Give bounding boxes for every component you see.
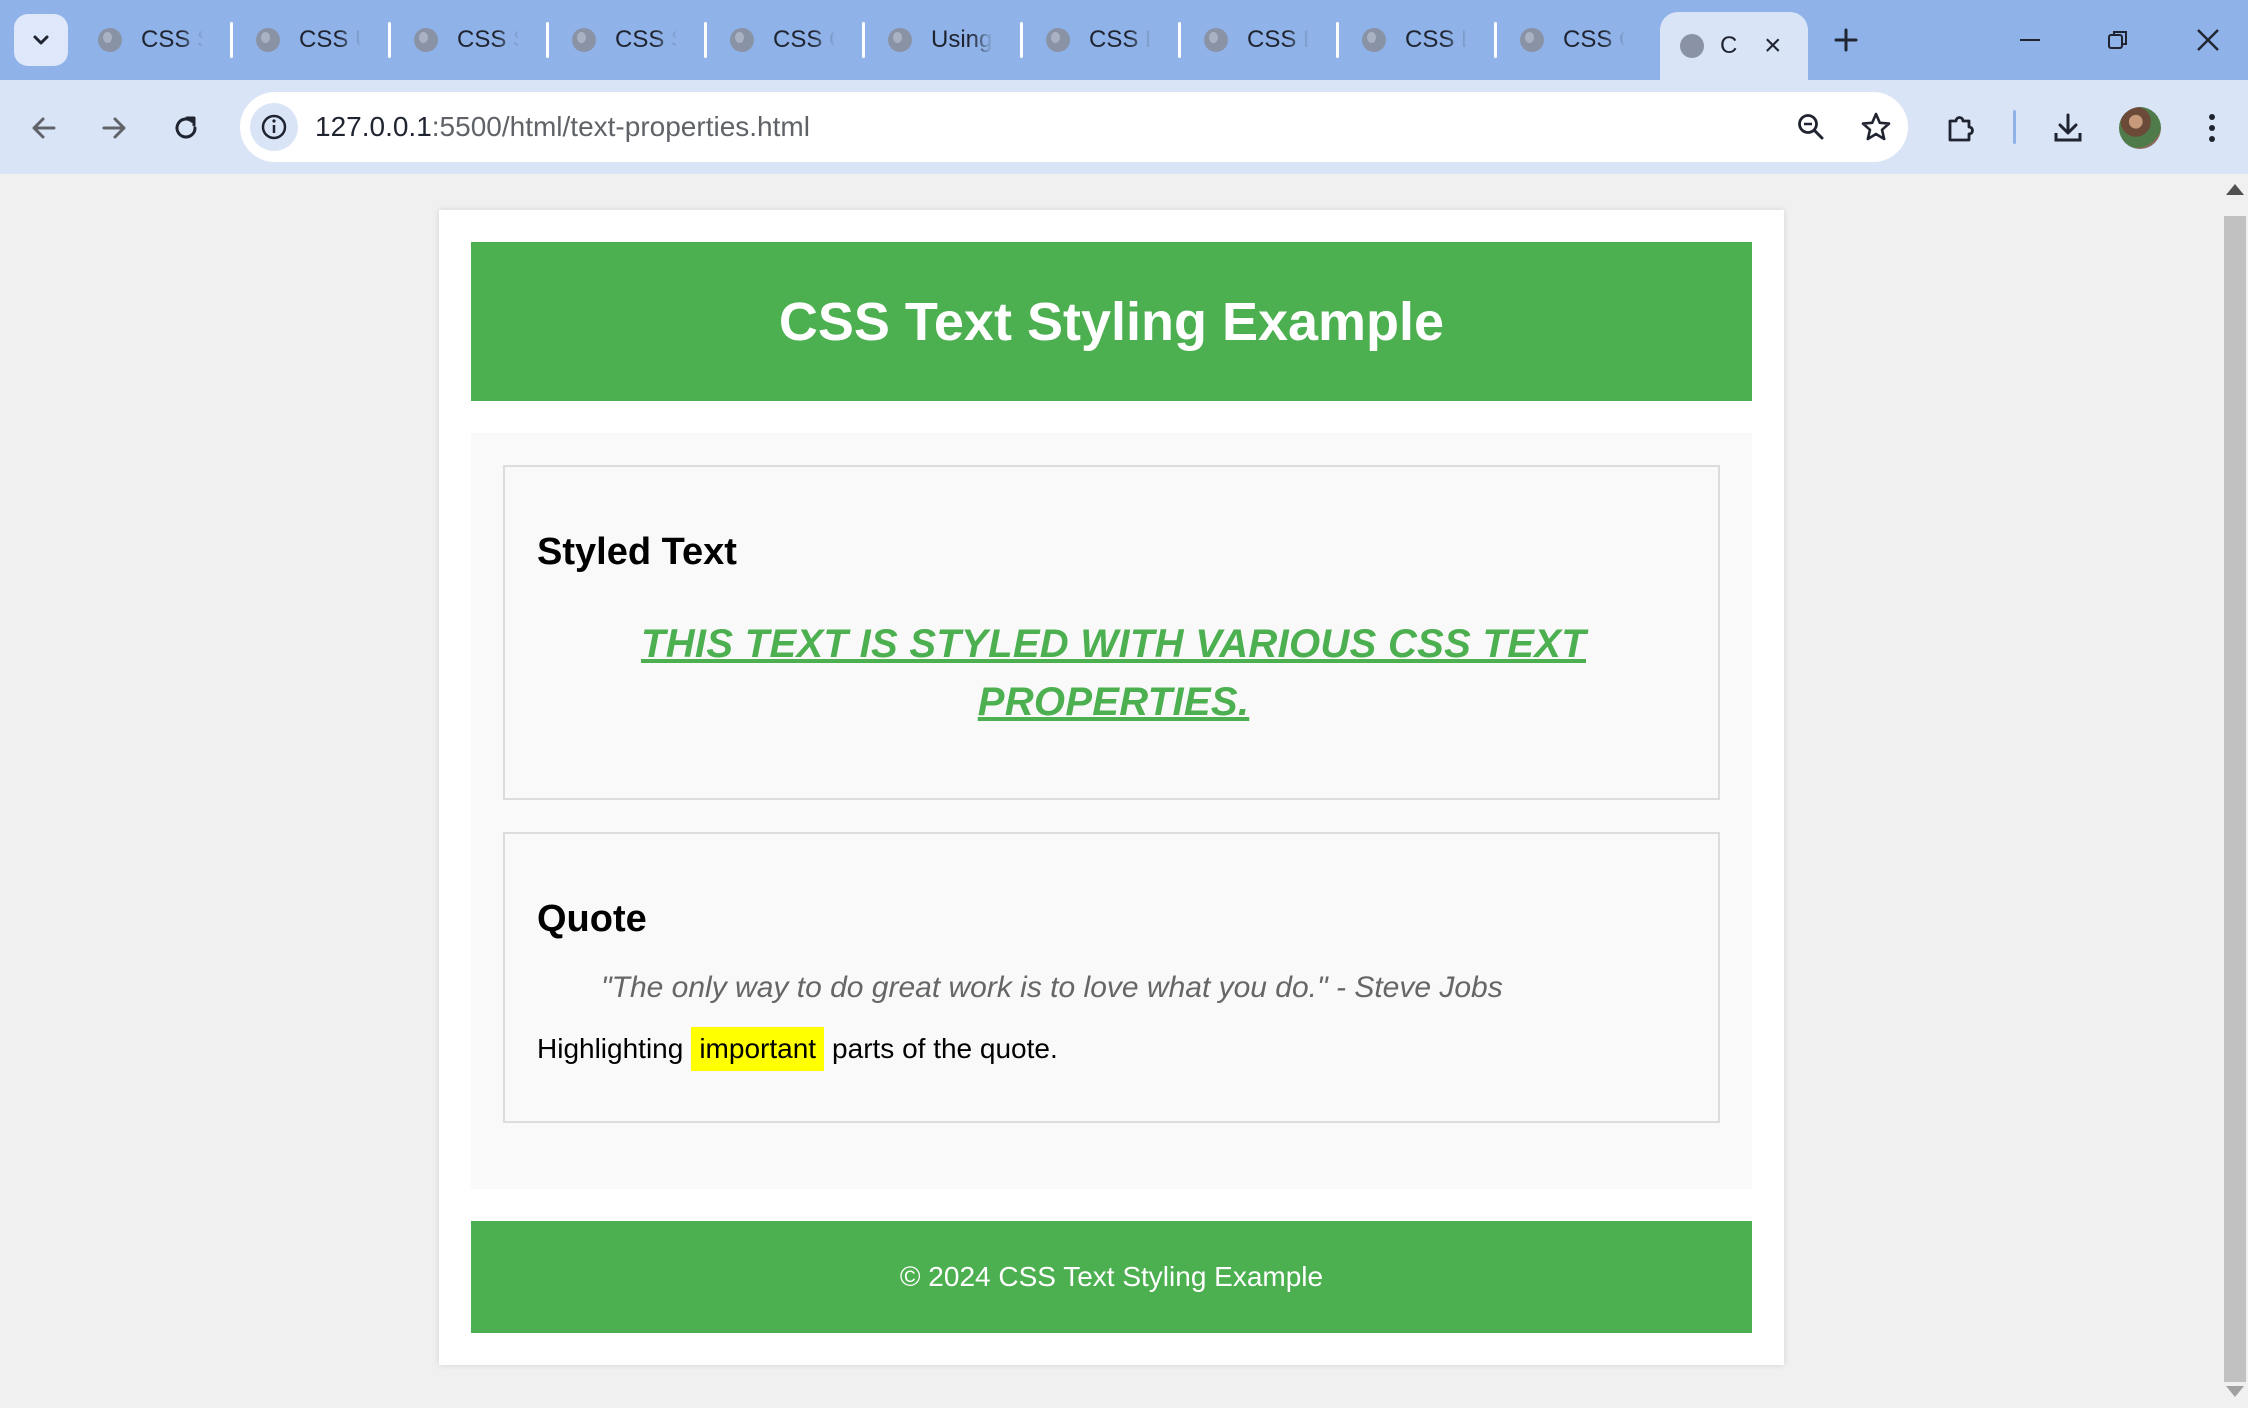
tab-label: CSS La	[1405, 26, 1467, 53]
footer-text: © 2024 CSS Text Styling Example	[899, 1261, 1324, 1292]
star-icon	[1861, 112, 1891, 141]
globe-icon	[98, 28, 122, 52]
tab[interactable]: CSS B	[1018, 14, 1151, 66]
tab-label: CSS C	[773, 26, 835, 53]
url-text[interactable]: 127.0.0.1:5500/html/text-properties.html	[315, 111, 810, 143]
scroll-thumb[interactable]	[2224, 216, 2246, 1382]
site-info-button[interactable]	[250, 103, 298, 151]
tab-strip: CSS Sy CSS U CSS St CSS Sc CSS C Using C…	[0, 0, 2248, 80]
globe-icon	[1520, 28, 1544, 52]
section-heading: Quote	[537, 898, 647, 940]
bookmark-button[interactable]	[1851, 102, 1901, 152]
more-vert-icon	[2209, 114, 2215, 142]
tab-label: CSS Sc	[615, 26, 677, 53]
window-close-button[interactable]	[2178, 16, 2238, 64]
tab[interactable]: Using	[860, 14, 993, 66]
avatar[interactable]	[2119, 107, 2161, 149]
forward-arrow-icon	[102, 117, 126, 139]
minimize-icon	[2020, 39, 2040, 41]
address-bar[interactable]: 127.0.0.1:5500/html/text-properties.html	[240, 92, 1908, 162]
toolbar-separator	[2013, 110, 2016, 144]
styled-paragraph: This text is styled with various CSS tex…	[641, 622, 1586, 724]
tab[interactable]: CSS La	[1334, 14, 1467, 66]
downloads-button[interactable]	[2040, 100, 2096, 156]
chevron-down-icon	[33, 35, 49, 45]
scroll-down-arrow[interactable]	[2226, 1386, 2244, 1397]
active-tab-label: C	[1720, 32, 1738, 59]
page-footer: © 2024 CSS Text Styling Example	[471, 1221, 1752, 1333]
tab-label: CSS B	[1089, 26, 1151, 53]
forward-button[interactable]	[88, 102, 140, 154]
globe-icon	[1680, 34, 1704, 58]
back-arrow-icon	[32, 117, 56, 139]
globe-icon	[256, 28, 280, 52]
new-tab-button[interactable]	[1826, 20, 1866, 60]
globe-icon	[572, 28, 596, 52]
back-button[interactable]	[18, 102, 70, 154]
tab-label: CSS St	[457, 26, 519, 53]
quote-section: Quote "The only way to do great work is …	[503, 832, 1720, 1123]
info-icon	[261, 114, 287, 140]
tab[interactable]: CSS Sy	[70, 14, 203, 66]
highlighted-word: important	[691, 1027, 825, 1071]
tab-label: CSS Sy	[141, 26, 203, 53]
reload-icon	[175, 116, 197, 139]
extensions-icon	[1948, 116, 1974, 142]
globe-icon	[1046, 28, 1070, 52]
url-path: :5500/html/text-properties.html	[431, 111, 810, 142]
tab[interactable]: CSS Bo	[1176, 14, 1309, 66]
globe-icon	[888, 28, 912, 52]
highlight-paragraph: Highlighting important parts of the quot…	[537, 1027, 1058, 1071]
plus-icon	[1834, 28, 1858, 52]
globe-icon	[730, 28, 754, 52]
zoom-button[interactable]	[1786, 102, 1836, 152]
globe-icon	[1362, 28, 1386, 52]
active-tab[interactable]: C ×	[1660, 12, 1808, 80]
main-content: Styled Text This text is styled with var…	[471, 433, 1752, 1189]
tab[interactable]: CSS Sc	[544, 14, 677, 66]
window-close-icon	[2197, 29, 2219, 51]
download-icon	[2054, 113, 2082, 142]
tab-label: CSS Bo	[1247, 26, 1309, 53]
restore-button[interactable]	[2088, 16, 2148, 64]
globe-icon	[414, 28, 438, 52]
tab-label: CSS U	[299, 26, 361, 53]
blockquote: "The only way to do great work is to lov…	[601, 971, 1503, 1004]
section-heading: Styled Text	[537, 531, 737, 573]
reload-button[interactable]	[160, 102, 212, 154]
tab-label: CSS O	[1563, 26, 1625, 53]
highlight-before-text: Highlighting	[537, 1033, 684, 1064]
close-icon[interactable]: ×	[1764, 31, 1782, 61]
globe-icon	[1204, 28, 1228, 52]
page-header: CSS Text Styling Example	[471, 242, 1752, 401]
zoom-icon	[1798, 114, 1824, 140]
tab-label: Using	[931, 26, 993, 53]
tab-search-button[interactable]	[14, 14, 68, 66]
scroll-up-arrow[interactable]	[2226, 184, 2244, 195]
tab[interactable]: CSS C	[702, 14, 835, 66]
highlight-after-text: parts of the quote.	[832, 1033, 1058, 1064]
tab[interactable]: CSS St	[386, 14, 519, 66]
url-host: 127.0.0.1	[315, 111, 432, 142]
styled-text-section: Styled Text This text is styled with var…	[503, 465, 1720, 800]
restore-icon	[2108, 31, 2127, 49]
tab[interactable]: CSS U	[228, 14, 361, 66]
extensions-button[interactable]	[1933, 100, 1989, 156]
menu-button[interactable]	[2184, 100, 2240, 156]
tab[interactable]: CSS O	[1492, 14, 1625, 66]
page-title: CSS Text Styling Example	[778, 291, 1445, 352]
minimize-button[interactable]	[2000, 16, 2060, 64]
vertical-scrollbar[interactable]	[2222, 174, 2248, 1408]
page-container: CSS Text Styling Example Styled Text Thi…	[439, 210, 1784, 1365]
